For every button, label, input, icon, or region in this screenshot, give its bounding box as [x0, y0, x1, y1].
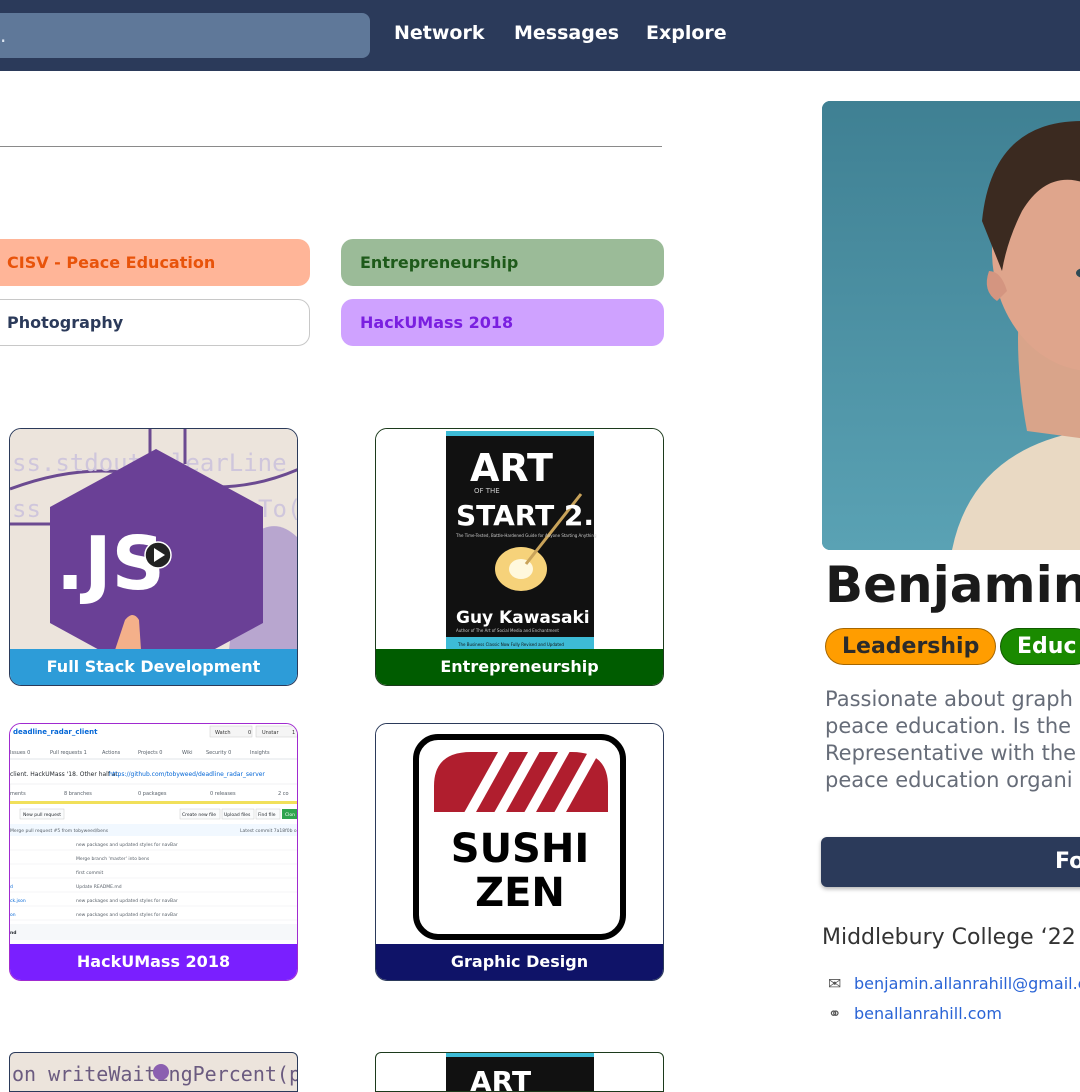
svg-text:OF THE: OF THE	[474, 487, 500, 495]
svg-text:0 releases: 0 releases	[210, 791, 236, 797]
svg-text:deadline_radar_client: deadline_radar_client	[13, 728, 98, 736]
svg-text:on: on	[10, 913, 16, 918]
interest-chip-photography[interactable]: Photography	[0, 299, 310, 346]
svg-text:Author of The Art of Social Me: Author of The Art of Social Media and En…	[456, 628, 559, 633]
interest-chip-hackumass[interactable]: HackUMass 2018	[341, 299, 664, 346]
svg-text:Issues 0: Issues 0	[10, 750, 30, 756]
svg-text:Update README.md: Update README.md	[76, 884, 122, 890]
project-card-entrepreneurship[interactable]: ART OF THE START 2.0 The Time-Tested, Ba…	[375, 428, 664, 686]
interest-chip-cisv[interactable]: CISV - Peace Education	[0, 239, 310, 286]
svg-text:ck.json: ck.json	[10, 898, 26, 904]
svg-text:Guy Kawasaki: Guy Kawasaki	[456, 608, 590, 628]
project-caption: Entrepreneurship	[376, 649, 663, 685]
email-text: benjamin.allanrahill@gmail.co	[854, 974, 1080, 993]
svg-text:To(: To(	[258, 495, 297, 523]
svg-text:new packages and updated style: new packages and updated styles for navB…	[76, 912, 178, 918]
svg-text:0 packages: 0 packages	[138, 791, 167, 797]
svg-text:ZEN: ZEN	[475, 870, 565, 916]
project-card-partial-code[interactable]: on writeWaitingPercent(p	[9, 1052, 298, 1092]
svg-text:1: 1	[292, 730, 295, 736]
profile-bio: Passionate about graph peace education. …	[825, 686, 1080, 794]
svg-text:ART: ART	[470, 446, 553, 490]
project-card-graphic-design[interactable]: SUSHI ZEN Graphic Design	[375, 723, 664, 981]
svg-text:2 co: 2 co	[278, 791, 289, 797]
link-icon: ⚭	[828, 1004, 842, 1023]
bio-line: peace education organi	[825, 768, 1073, 792]
project-caption: Graphic Design	[376, 944, 663, 980]
svg-text:Wiki: Wiki	[182, 750, 193, 756]
svg-text:Actions: Actions	[102, 750, 121, 756]
svg-text:Clon: Clon	[285, 812, 295, 818]
bio-line: Passionate about graph	[825, 687, 1073, 711]
project-card-partial-book[interactable]: ART	[375, 1052, 664, 1092]
svg-text:Latest commit 7a18f0b o: Latest commit 7a18f0b o	[240, 828, 297, 834]
project-caption: HackUMass 2018	[10, 944, 297, 980]
svg-text:SUSHI: SUSHI	[451, 826, 589, 872]
svg-text:8 branches: 8 branches	[64, 791, 92, 797]
svg-text:new packages and updated style: new packages and updated styles for navB…	[76, 898, 178, 904]
website-text: benallanrahill.com	[854, 1004, 1002, 1023]
profile-name: Benjamin	[825, 556, 1080, 614]
svg-text:ART: ART	[470, 1065, 531, 1092]
svg-text:first commit: first commit	[76, 870, 103, 876]
svg-text:Pull requests 1: Pull requests 1	[50, 750, 87, 756]
js-thumbnail: ss.stdout.clearLine ss To( .JS	[10, 429, 297, 650]
svg-text:client. HackUMass '18. Other h: client. HackUMass '18. Other half at	[10, 771, 119, 778]
svg-text:0: 0	[248, 730, 251, 736]
svg-text:Insights: Insights	[250, 750, 270, 756]
profile-email-link[interactable]: ✉ benjamin.allanrahill@gmail.co	[828, 974, 1080, 993]
svg-text:nd: nd	[10, 930, 16, 936]
svg-text:The Time-Tested, Battle-Harden: The Time-Tested, Battle-Hardened Guide f…	[455, 533, 597, 538]
svg-text:ss: ss	[12, 495, 41, 523]
top-navbar: . Network Messages Explore	[0, 0, 1080, 71]
nav-link-network[interactable]: Network	[394, 22, 484, 44]
svg-text:Create new file: Create new file	[182, 812, 216, 818]
github-thumbnail: deadline_radar_client Watch 0 Unstar 1 I…	[10, 724, 297, 945]
search-input[interactable]: .	[0, 13, 370, 58]
svg-text:Find file: Find file	[258, 812, 276, 818]
svg-text:Upload files: Upload files	[224, 812, 251, 818]
book-cover-thumbnail: ART OF THE START 2.0 The Time-Tested, Ba…	[376, 429, 663, 650]
profile-tag-leadership[interactable]: Leadership	[825, 628, 997, 665]
profile-photo	[822, 101, 1080, 550]
bio-line: Representative with the	[825, 741, 1077, 765]
svg-text:Merge pull request #5 from tob: Merge pull request #5 from tobyweed/bens	[10, 828, 109, 834]
profile-website-link[interactable]: ⚭ benallanrahill.com	[828, 1004, 1002, 1023]
svg-text:Merge branch 'master' into ben: Merge branch 'master' into bens	[76, 856, 150, 862]
project-card-full-stack[interactable]: ss.stdout.clearLine ss To( .JS Full Stac…	[9, 428, 298, 686]
mail-icon: ✉	[828, 974, 842, 993]
svg-text:Watch: Watch	[215, 730, 231, 736]
project-card-hackumass[interactable]: deadline_radar_client Watch 0 Unstar 1 I…	[9, 723, 298, 981]
svg-text:START 2.0: START 2.0	[456, 499, 614, 532]
svg-text:The Business Classic Now Fully: The Business Classic Now Fully Revised a…	[457, 642, 564, 647]
bio-line: peace education. Is the	[825, 714, 1072, 738]
svg-text:d: d	[10, 884, 13, 890]
sushi-zen-logo: SUSHI ZEN	[376, 724, 663, 945]
profile-college: Middlebury College ‘22	[822, 925, 1076, 950]
section-divider	[0, 146, 662, 147]
svg-text:New pull request: New pull request	[23, 812, 61, 818]
project-caption: Full Stack Development	[10, 649, 297, 685]
svg-text:Security 0: Security 0	[206, 750, 231, 756]
svg-text:ments: ments	[10, 791, 26, 797]
nav-link-explore[interactable]: Explore	[646, 22, 727, 44]
interest-chip-entrepreneurship[interactable]: Entrepreneurship	[341, 239, 664, 286]
svg-text:Unstar: Unstar	[262, 730, 279, 736]
nav-link-messages[interactable]: Messages	[514, 22, 619, 44]
svg-text:https://github.com/tobyweed/de: https://github.com/tobyweed/deadline_rad…	[109, 771, 265, 778]
follow-button[interactable]: Fo	[821, 837, 1080, 887]
profile-tag-education[interactable]: Educ	[1000, 628, 1080, 665]
svg-text:Projects 0: Projects 0	[138, 750, 162, 756]
svg-text:new packages and updated style: new packages and updated styles for navB…	[76, 842, 178, 848]
